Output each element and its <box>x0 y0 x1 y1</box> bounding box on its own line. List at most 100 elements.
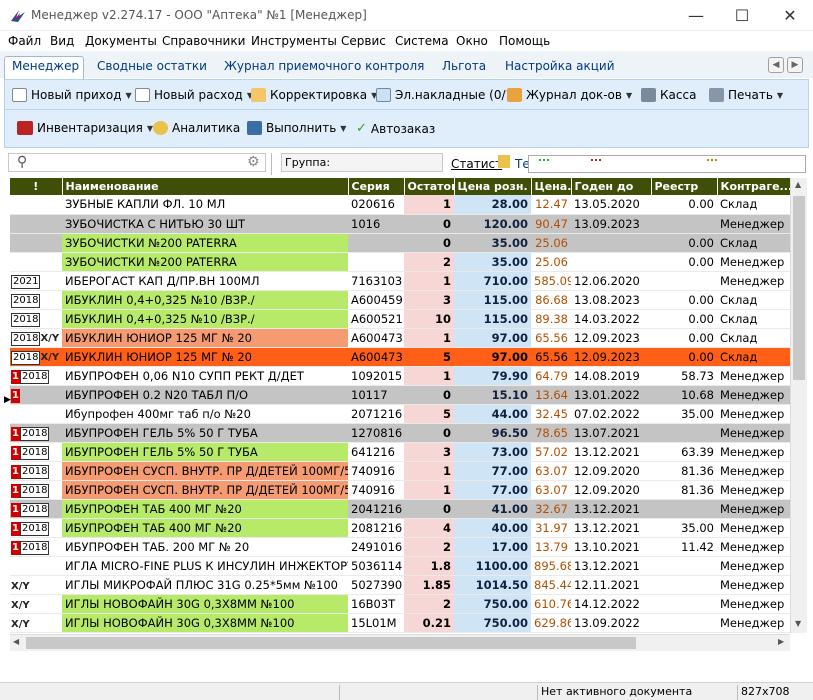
autoorder-button[interactable]: ✓ Автозаказ <box>356 121 435 136</box>
execute-button[interactable]: Выполнить ▼ <box>247 121 346 135</box>
table-row[interactable]: ЗУБОЧИСТКИ №200 PATERRA 0 35.00 25.06 0.00 Ск… <box>10 233 790 253</box>
year-badge: 2021 <box>11 274 41 289</box>
expiry-cell: 13.09.2023 <box>571 214 651 234</box>
col-series[interactable]: Серия <box>348 178 405 195</box>
col-counterparty[interactable]: Контраге... <box>717 178 790 195</box>
new-income-button[interactable]: Новый приход ▼ <box>12 88 132 102</box>
tab-promo-settings[interactable]: Настройка акций <box>505 59 615 73</box>
table-row[interactable]: X/Y ИГЛЫ НОВОФАЙН 30G 0,3Х8ММ №100 16B03T 2… <box>10 594 790 614</box>
search-input[interactable]: ⚲ ⚙ <box>8 153 266 172</box>
tab-summary-stock[interactable]: Сводные остатки <box>97 59 207 73</box>
menu-references[interactable]: Справочники <box>162 34 245 48</box>
registry-cell: 58.73 <box>651 366 717 386</box>
registry-cell <box>651 271 717 291</box>
table-row[interactable]: ЗУБОЧИСТКА С НИТЬЮ 30 ШТ 1016 0 120.00 90.47… <box>10 214 790 234</box>
table-row[interactable]: Ибупрофен 400мг таб п/о №20 2071216 5 44.00… <box>10 404 790 424</box>
stock-cell: 3 <box>404 290 454 310</box>
name-cell: ИГЛЫ МИКРОФАЙ ПЛЮС 31G 0.25*5мм №100 <box>62 575 348 595</box>
el-invoices-button[interactable]: Эл.накладные (0/1) <box>376 88 518 102</box>
scroll-down-icon[interactable]: ▼ <box>795 619 801 628</box>
name-cell: ИБУПРОФЕН ТАБ 400 МГ №20 <box>62 499 348 519</box>
menu-tools[interactable]: Инструменты <box>251 34 337 48</box>
goods-grid[interactable]: ! Наименование Серия Остаток Цена розн. … <box>10 178 790 633</box>
table-row[interactable]: 1 2018 ИБУПРОФЕН СУСП. ВНУТР. ПР Д/ДЕТЕЙ 1… <box>10 461 790 481</box>
menu-view[interactable]: Вид <box>50 34 74 48</box>
divider <box>339 685 340 700</box>
scroll-thumb[interactable] <box>793 196 805 380</box>
marker-badge: 1 <box>11 369 20 384</box>
tab-manager[interactable]: Менеджер <box>12 59 79 73</box>
cash-button[interactable]: Касса <box>641 88 696 102</box>
col-cost[interactable]: Цена... <box>531 178 572 195</box>
hscroll-thumb[interactable] <box>26 637 636 649</box>
doc-journal-button[interactable]: Журнал док-ов ▼ <box>507 88 632 102</box>
col-stock[interactable]: Остаток <box>404 178 455 195</box>
tab-acceptance-journal[interactable]: Журнал приемочного контроля <box>224 59 424 73</box>
run-doc-icon <box>247 121 262 135</box>
retail-price-cell: 79.90 <box>454 366 531 386</box>
table-row[interactable]: 2018 ИБУКЛИН 0,4+0,325 №10 /ВЗР./A600521 1… <box>10 309 790 329</box>
col-name[interactable]: Наименование <box>62 178 349 195</box>
counterparty-cell: Менеджер <box>717 214 790 234</box>
table-row[interactable]: 2018 X/Y ИБУКЛИН ЮНИОР 125 МГ № 20 A600473 1… <box>10 328 790 348</box>
close-button[interactable]: ✕ <box>767 0 813 31</box>
menu-file[interactable]: Файл <box>8 34 41 48</box>
scroll-up-icon[interactable]: ▲ <box>795 180 801 189</box>
table-row[interactable]: 1 2018 ИБУПРОФЕН СУСП. ВНУТР. ПР Д/ДЕТЕЙ 1… <box>10 480 790 500</box>
color-filter-strip[interactable] <box>528 155 806 173</box>
table-row[interactable]: 2021 ИБЕРОГАСТ КАП Д/ПР.ВН 100МЛ 7163103 1 7… <box>10 271 790 291</box>
table-row[interactable]: 1 2018 ИБУПРОФЕН ГЕЛЬ 5% 50 Г ТУБА 641216 3 7… <box>10 442 790 462</box>
inventory-button[interactable]: Инвентаризация ▼ <box>17 121 153 135</box>
minimize-button[interactable]: — <box>673 0 719 31</box>
col-retail-price[interactable]: Цена розн. <box>454 178 532 195</box>
registry-cell: 0.00 <box>651 347 717 367</box>
tab-benefit[interactable]: Льгота <box>442 59 486 73</box>
analytics-button[interactable]: Аналитика <box>153 121 240 135</box>
scroll-left-icon[interactable]: ◀ <box>13 637 19 646</box>
print-button[interactable]: Печать ▼ <box>709 88 783 102</box>
vertical-scrollbar[interactable]: ▲ ▼ <box>790 178 807 633</box>
scroll-right-icon[interactable]: ▶ <box>778 637 784 646</box>
menu-window[interactable]: Окно <box>456 34 488 48</box>
new-expense-button[interactable]: Новый расход ▼ <box>135 88 253 102</box>
table-row[interactable]: 2018 X/Y ИБУКЛИН ЮНИОР 125 МГ № 20 A600473 5… <box>10 347 790 367</box>
table-row[interactable]: X/Y ИГЛЫ МИКРОФАЙ ПЛЮС 31G 0.25*5мм №100 5… <box>10 575 790 595</box>
menu-help[interactable]: Помощь <box>499 34 550 48</box>
table-row[interactable]: 1 2018 ИБУПРОФЕН 0,06 N10 СУПП РЕКТ Д/ДЕТ 1… <box>10 366 790 386</box>
menu-system[interactable]: Система <box>395 34 449 48</box>
table-row[interactable]: ЗУБНЫЕ КАПЛИ ФЛ. 10 МЛ 020616 1 28.00 12.47 1… <box>10 195 790 215</box>
table-row[interactable]: 2018 ИБУКЛИН 0,4+0,325 №10 /ВЗР./A600459 3… <box>10 290 790 310</box>
series-cell: A600473 <box>348 347 404 367</box>
retail-price-cell: 97.00 <box>454 347 531 367</box>
table-row[interactable]: X/Y ИГЛЫ НОВОФАЙН 30G 0,3Х8ММ №100 15L01M 0… <box>10 613 790 633</box>
menu-documents[interactable]: Документы <box>85 34 157 48</box>
counterparty-cell: Менеджер <box>717 499 790 519</box>
statistics-link[interactable]: Статист <box>451 157 502 171</box>
tab-prev-arrow-icon[interactable]: ◀ <box>768 57 784 73</box>
group-filter[interactable]: Группа: <box>281 153 443 172</box>
table-row[interactable]: ИГЛА MICRO-FINE PLUS К ИНСУЛИН ИНЖЕКТОРУ… <box>10 556 790 576</box>
maximize-button[interactable]: ☐ <box>719 0 765 31</box>
name-cell: ИГЛЫ НОВОФАЙН 30G 0,3Х8ММ №100 <box>62 594 348 614</box>
tab-next-arrow-icon[interactable]: ▶ <box>787 57 803 73</box>
table-row[interactable]: 1 2018 ИБУПРОФЕН ТАБ 400 МГ №20 2081216 4 40.… <box>10 518 790 538</box>
flag-cell: X/Y <box>10 613 62 633</box>
table-row[interactable]: 1 2018 ИБУПРОФЕН ГЕЛЬ 5% 50 Г ТУБА 1270816 0… <box>10 423 790 443</box>
marker-badge: 1 <box>11 445 20 460</box>
retail-price-cell: 35.00 <box>454 233 531 253</box>
table-row[interactable]: 1 2018 ИБУПРОФЕН ТАБ. 200 МГ № 20 2491016 2 1… <box>10 537 790 557</box>
table-row[interactable]: 1 2018 ИБУПРОФЕН ТАБ 400 МГ №20 2041216 0 41.… <box>10 499 790 519</box>
gear-icon[interactable]: ⚙ <box>247 154 260 170</box>
table-row[interactable]: 1 ИБУПРОФЕН 0.2 N20 ТАБЛ П/О 10117 0 15.10 13… <box>10 385 790 405</box>
adjustment-button[interactable]: Корректировка ▼ <box>251 88 377 102</box>
col-flag[interactable]: ! <box>10 178 63 195</box>
horizontal-scrollbar[interactable]: ◀ ▶ <box>10 634 790 651</box>
series-cell: 7163103 <box>348 271 404 291</box>
col-expiry[interactable]: Годен до <box>571 178 652 195</box>
counterparty-cell: Менеджер <box>717 442 790 462</box>
col-registry[interactable]: Реестр <box>651 178 718 195</box>
menu-service[interactable]: Сервис <box>341 34 386 48</box>
table-row[interactable]: ЗУБОЧИСТКИ №200 PATERRA 2 35.00 25.06 0.00 Ме… <box>10 252 790 272</box>
counterparty-cell: Менеджер <box>717 252 790 272</box>
cost-cell: 25.06 <box>531 252 571 272</box>
